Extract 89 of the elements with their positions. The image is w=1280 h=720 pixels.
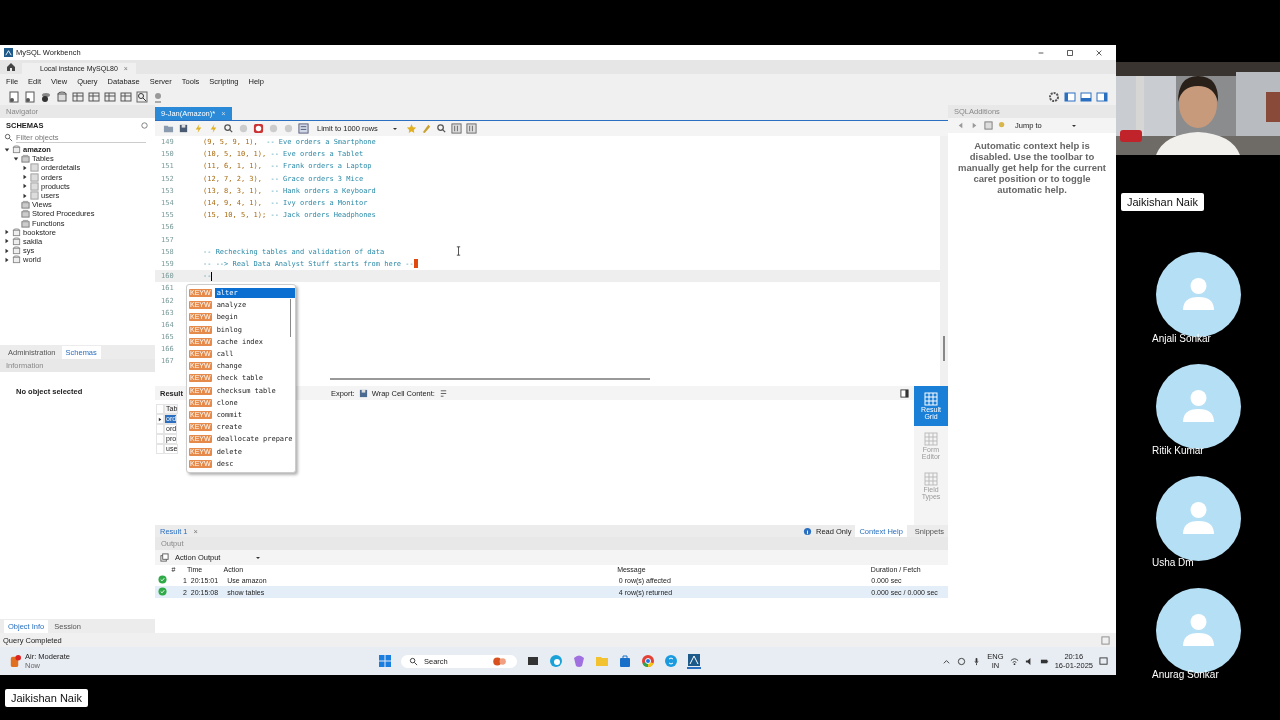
panel-icon[interactable] xyxy=(104,90,116,103)
home-icon[interactable] xyxy=(6,62,16,72)
magnifier-icon[interactable] xyxy=(136,90,148,103)
row-header-cell[interactable] xyxy=(156,424,164,434)
participant-name: Usha Dm xyxy=(1152,557,1194,568)
layout-icon[interactable] xyxy=(1080,90,1092,103)
save-icon[interactable] xyxy=(178,123,189,134)
expanded-arrow-icon[interactable] xyxy=(4,146,10,153)
browser-icon[interactable] xyxy=(549,654,563,668)
row-pointer-icon xyxy=(157,416,163,422)
database-icon xyxy=(12,145,21,155)
folder-icon xyxy=(21,200,30,210)
database-icon xyxy=(12,255,21,265)
collapsed-arrow-icon[interactable] xyxy=(22,183,28,190)
search-highlight-icon xyxy=(491,656,509,666)
app-icon xyxy=(4,48,13,57)
grid-icon xyxy=(924,391,938,406)
help-toggle-icon[interactable] xyxy=(984,121,993,130)
collapsed-arrow-icon[interactable] xyxy=(22,192,28,199)
dropdown-caret-icon xyxy=(255,554,261,561)
folder-icon xyxy=(21,209,30,219)
maximize-icon[interactable] xyxy=(1066,48,1074,57)
panel-icon[interactable] xyxy=(465,123,477,134)
row-header-cell[interactable] xyxy=(156,444,164,454)
participant-name: Anjali Sonkar xyxy=(1152,333,1211,344)
scrollbar[interactable] xyxy=(330,378,650,380)
folder-icon[interactable] xyxy=(163,123,174,134)
layout-icon[interactable] xyxy=(1064,90,1076,103)
close-icon[interactable] xyxy=(1095,48,1103,57)
stop-icon[interactable] xyxy=(253,123,264,134)
dropdown-caret-icon xyxy=(1071,122,1077,129)
panel-icon[interactable] xyxy=(88,90,100,103)
panel-icon[interactable] xyxy=(298,123,309,134)
scrollbar[interactable] xyxy=(943,336,945,361)
text-cursor xyxy=(211,271,213,281)
participant-name: Ritik Kumar xyxy=(1152,445,1204,456)
database-icon xyxy=(12,246,21,256)
layout-icon[interactable] xyxy=(1096,90,1108,103)
participant-name: Anurag Sonkar xyxy=(1152,669,1219,680)
folder-icon xyxy=(21,218,30,228)
save-icon[interactable] xyxy=(358,388,368,398)
database-icon[interactable] xyxy=(56,90,68,103)
chrome-icon[interactable] xyxy=(641,654,655,668)
collapsed-arrow-icon[interactable] xyxy=(4,256,10,263)
row-header-cell[interactable] xyxy=(156,434,164,444)
forward-icon[interactable] xyxy=(970,121,979,130)
task-view-icon[interactable] xyxy=(526,654,540,668)
grid-icon xyxy=(924,431,938,446)
expanded-arrow-icon[interactable] xyxy=(13,155,19,162)
database-icon xyxy=(12,236,21,246)
scrollbar[interactable] xyxy=(289,299,291,337)
panel-icon[interactable] xyxy=(450,123,462,134)
sync-icon[interactable] xyxy=(957,656,967,666)
skype-icon[interactable] xyxy=(664,654,678,668)
magnifier-icon[interactable] xyxy=(435,123,447,134)
collapsed-arrow-icon[interactable] xyxy=(4,229,10,236)
search-icon xyxy=(4,133,13,142)
panel-toggle-icon[interactable] xyxy=(900,388,909,398)
grid-icon xyxy=(924,471,938,486)
sql-file-icon[interactable] xyxy=(24,90,36,103)
wifi-icon[interactable] xyxy=(1009,656,1019,666)
collapsed-arrow-icon[interactable] xyxy=(4,247,10,254)
windows-start-icon[interactable] xyxy=(378,654,392,668)
row-header-cell[interactable] xyxy=(156,414,164,424)
help-message: Automatic context help is disabled. Use the toolbar to manually get help for the current caret position or to toggle automatic help. xyxy=(958,141,1106,196)
notification-icon[interactable] xyxy=(1099,656,1108,666)
store-icon[interactable] xyxy=(618,654,632,668)
database-icon xyxy=(12,227,21,237)
wrap-icon[interactable] xyxy=(438,388,448,398)
participant-name-label: Jaikishan Naik xyxy=(1121,193,1204,211)
collapsed-arrow-icon[interactable] xyxy=(4,238,10,245)
folder-icon xyxy=(21,154,30,164)
text-cursor-icon xyxy=(456,246,461,256)
workbench-icon[interactable] xyxy=(687,653,701,669)
weather-icon[interactable] xyxy=(8,654,21,668)
collapsed-arrow-icon[interactable] xyxy=(22,174,28,181)
copilot-icon[interactable] xyxy=(572,654,586,668)
presenter-name-label: Jaikishan Naik xyxy=(5,688,88,707)
copy-icon[interactable] xyxy=(160,553,169,562)
search-icon xyxy=(409,656,418,666)
star-icon[interactable] xyxy=(405,123,417,134)
collapsed-arrow-icon[interactable] xyxy=(22,164,28,171)
panel-icon[interactable] xyxy=(72,90,84,103)
panel-icon[interactable] xyxy=(120,90,132,103)
sql-file-icon[interactable] xyxy=(8,90,20,103)
dropdown-caret-icon xyxy=(391,125,398,132)
magnifier-icon[interactable] xyxy=(223,123,234,134)
refresh-icon[interactable] xyxy=(140,120,149,130)
back-icon[interactable] xyxy=(956,121,965,130)
